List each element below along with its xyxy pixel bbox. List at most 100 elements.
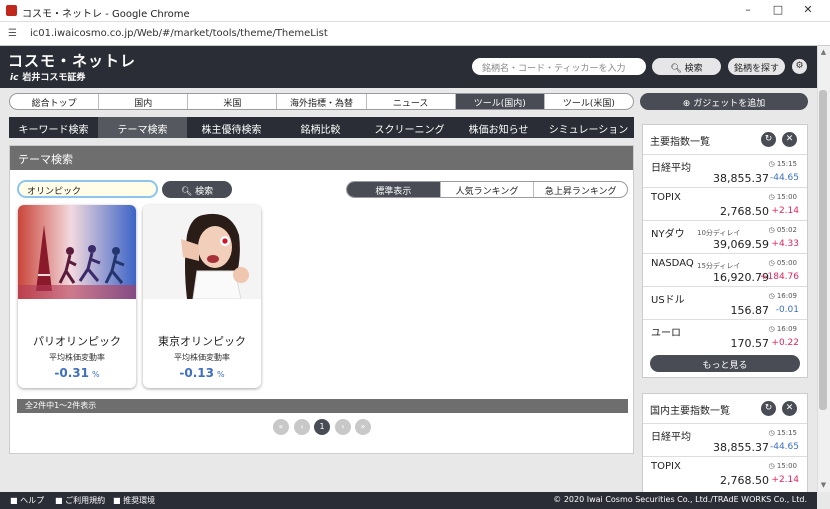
- logo-sub: ic 岩井コスモ証券: [10, 70, 85, 83]
- metric-value: -0.13%: [143, 366, 261, 380]
- subtab-alerts[interactable]: 株価お知らせ: [454, 117, 543, 138]
- scroll-up-icon[interactable]: ▲: [818, 48, 829, 56]
- index-row[interactable]: NASDAQ 15分ディレイ ◷ 05:00 16,920.79 +184.76: [643, 253, 807, 284]
- page-first-button[interactable]: «: [273, 419, 289, 435]
- tab-overseas[interactable]: 海外指標・為替: [277, 94, 367, 109]
- symbol-search-input[interactable]: 銘柄名・コード・ティッカーを入力: [472, 58, 646, 75]
- close-window-icon[interactable]: ✕: [798, 3, 818, 19]
- add-gadget-button[interactable]: ⊕ ガジェットを追加: [640, 93, 808, 110]
- time-text: 15:00: [776, 462, 797, 470]
- add-gadget-label: ガジェットを追加: [693, 99, 766, 109]
- url-text[interactable]: ic01.iwaicosmo.co.jp/Web/#/market/tools/…: [30, 28, 328, 39]
- clock-icon: ◷: [768, 325, 777, 333]
- index-row[interactable]: USドル ◷ 16:09 156.87 -0.01: [643, 286, 807, 317]
- minimize-icon[interactable]: –: [738, 3, 758, 19]
- window-title: コスモ・ネットレ - Google Chrome: [22, 9, 190, 20]
- site-header: コスモ・ネットレ ic 岩井コスモ証券 銘柄名・コード・ティッカーを入力 🔍︎ 検…: [0, 46, 817, 88]
- tab-us[interactable]: 米国: [188, 94, 278, 109]
- result-count: 全2件中1～2件表示: [17, 399, 628, 413]
- theme-card-tokyo[interactable]: 東京オリンピック 平均株価変動率 -0.13%: [143, 205, 261, 388]
- terms-label: ご利用規約: [65, 496, 106, 505]
- metric-value: -0.31%: [18, 366, 136, 380]
- site-settings-icon[interactable]: ☰: [8, 28, 20, 40]
- clock-icon: ◷: [768, 429, 777, 437]
- clock-icon: ◷: [768, 160, 777, 168]
- refresh-icon[interactable]: ↻: [761, 401, 776, 416]
- page-next-button[interactable]: ›: [335, 419, 351, 435]
- subtab-compare[interactable]: 銘柄比較: [276, 117, 365, 138]
- index-row[interactable]: ユーロ ◷ 16:09 170.57 +0.22: [643, 319, 807, 350]
- header-search-button[interactable]: 🔍︎ 検索: [652, 58, 721, 75]
- main-tabs: 総合トップ 国内 米国 海外指標・為替 ニュース ツール(国内) ツール(米国): [9, 93, 634, 110]
- logo-company: 岩井コスモ証券: [22, 73, 86, 83]
- index-change: +2.14: [771, 206, 799, 216]
- refresh-icon[interactable]: ↻: [761, 132, 776, 147]
- subtab-screening[interactable]: スクリーニング: [365, 117, 454, 138]
- paris-olympic-image: [18, 205, 136, 299]
- tab-tools-domestic[interactable]: ツール(国内): [455, 94, 545, 109]
- metric-number: -0.13: [179, 366, 214, 380]
- close-icon[interactable]: ✕: [782, 401, 797, 416]
- header-search-label: 検索: [684, 64, 703, 74]
- theme-search-button[interactable]: 🔍︎ 検索: [162, 181, 232, 198]
- subtab-keyword[interactable]: キーワード検索: [9, 117, 98, 138]
- help-label: ヘルプ: [20, 496, 45, 505]
- index-row[interactable]: TOPIX ◷ 15:00 2,768.50 +2.14: [643, 456, 807, 487]
- time-text: 15:15: [776, 429, 797, 437]
- theme-card-paris[interactable]: パリオリンピック 平均株価変動率 -0.31%: [18, 205, 136, 388]
- tab-domestic[interactable]: 国内: [99, 94, 189, 109]
- index-row[interactable]: 日経平均 ◷ 15:15 38,855.37 -44.65: [643, 423, 807, 454]
- theme-search-panel: テーマ検索 オリンピック 🔍︎ 検索 標準表示 人気ランキング 急上昇ランキング…: [9, 145, 634, 454]
- index-row[interactable]: NYダウ 10分ディレイ ◷ 05:02 39,069.59 +4.33: [643, 220, 807, 251]
- subtab-theme[interactable]: テーマ検索: [98, 117, 187, 138]
- scroll-down-icon[interactable]: ▼: [818, 481, 829, 489]
- logo-main[interactable]: コスモ・ネットレ: [8, 50, 136, 71]
- page-current-button[interactable]: 1: [314, 419, 330, 435]
- theme-search-input[interactable]: オリンピック: [17, 180, 158, 198]
- time-text: 15:00: [776, 193, 797, 201]
- terms-link[interactable]: ■ ご利用規約: [55, 495, 105, 506]
- find-symbol-button[interactable]: 銘柄を探す: [728, 58, 785, 75]
- metric-unit: %: [216, 370, 225, 379]
- index-change: -44.65: [769, 173, 799, 183]
- doc-icon: ■: [55, 496, 66, 505]
- page-prev-button[interactable]: ‹: [294, 419, 310, 435]
- gear-icon[interactable]: ⚙: [792, 59, 807, 74]
- subtab-benefits[interactable]: 株主優待検索: [187, 117, 276, 138]
- index-time: ◷ 05:02: [768, 226, 797, 234]
- index-row[interactable]: 日経平均 ◷ 15:15 38,855.37 -44.65: [643, 154, 807, 185]
- clock-icon: ◷: [768, 462, 777, 470]
- time-text: 05:02: [776, 226, 797, 234]
- tab-news[interactable]: ニュース: [367, 94, 456, 109]
- tab-tools-us[interactable]: ツール(米国): [545, 94, 633, 109]
- index-row[interactable]: TOPIX ◷ 15:00 2,768.50 +2.14: [643, 187, 807, 218]
- help-link[interactable]: ■ ヘルプ: [10, 495, 44, 506]
- doc-icon: ■: [113, 496, 124, 505]
- view-standard[interactable]: 標準表示: [347, 182, 441, 197]
- tools-subnav: キーワード検索 テーマ検索 株主優待検索 銘柄比較 スクリーニング 株価お知らせ…: [9, 117, 634, 138]
- maximize-icon[interactable]: □: [768, 3, 788, 19]
- view-rising[interactable]: 急上昇ランキング: [534, 182, 627, 197]
- tab-top[interactable]: 総合トップ: [10, 94, 100, 109]
- scroll-thumb[interactable]: [819, 90, 827, 410]
- index-value: 2,768.50: [720, 205, 769, 218]
- close-icon[interactable]: ✕: [782, 132, 797, 147]
- env-link[interactable]: ■ 推奨環境: [113, 495, 155, 506]
- widget-title: 主要指数一覧: [650, 137, 710, 148]
- delay-note: 10分ディレイ: [697, 229, 741, 237]
- index-value: 38,855.37: [713, 441, 769, 454]
- index-name: TOPIX: [651, 461, 681, 472]
- time-text: 16:09: [776, 325, 797, 333]
- time-text: 05:00: [776, 259, 797, 267]
- index-change: -0.01: [775, 305, 799, 315]
- clock-icon: ◷: [768, 226, 777, 234]
- tokyo-olympic-image: [143, 205, 261, 299]
- time-text: 16:09: [776, 292, 797, 300]
- index-value: 38,855.37: [713, 172, 769, 185]
- more-button[interactable]: もっと見る: [650, 355, 800, 372]
- page-last-button[interactable]: »: [355, 419, 371, 435]
- subtab-simulation[interactable]: シミュレーション: [543, 117, 634, 138]
- index-name: ユーロ: [651, 328, 681, 339]
- view-popular[interactable]: 人気ランキング: [441, 182, 535, 197]
- address-bar[interactable]: ☰ ic01.iwaicosmo.co.jp/Web/#/market/tool…: [0, 22, 830, 46]
